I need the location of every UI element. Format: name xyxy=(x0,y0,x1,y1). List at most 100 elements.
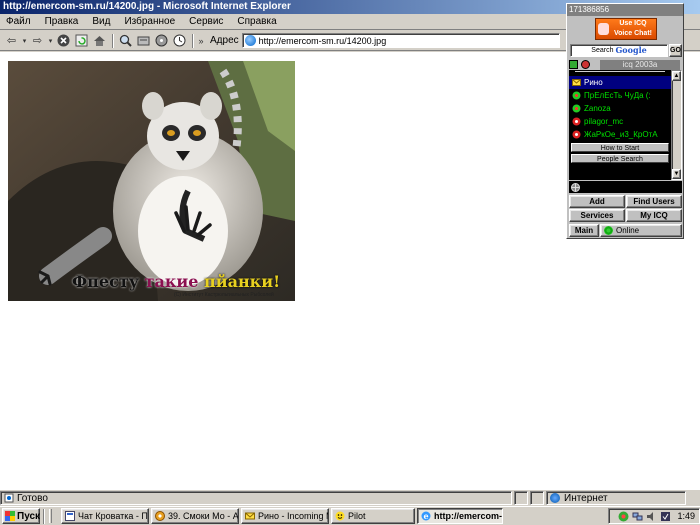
contact-name: Zanoza xyxy=(584,104,611,113)
flower-icon xyxy=(572,91,581,100)
contact-name: pilagor_mc xyxy=(584,117,624,126)
task-button-winamp[interactable]: 39. Смоки Мо - Ан... xyxy=(151,508,239,524)
icq-contact-list: Рино ПрЕлЕсТь ЧуДа (: Zanoza pilagor_mc … xyxy=(569,70,671,180)
lemur-illustration xyxy=(8,61,295,301)
search-icon[interactable] xyxy=(117,33,134,49)
menu-favorites[interactable]: Избранное xyxy=(124,16,175,27)
menu-view[interactable]: Вид xyxy=(92,16,110,27)
services-button[interactable]: Services xyxy=(569,209,625,222)
contact-item-zharkoe[interactable]: ЖаРкОе_и3_КрОтА xyxy=(569,128,671,141)
contact-item-rino[interactable]: Рино xyxy=(569,76,671,89)
my-icq-button[interactable]: My ICQ xyxy=(626,209,682,222)
zone-cell: Интернет xyxy=(546,491,686,505)
group-settings-icon[interactable] xyxy=(581,60,590,69)
offline-flower-icon xyxy=(572,130,581,139)
ad-text: Use ICQ Voice Chat! xyxy=(614,20,652,37)
svg-text:e: e xyxy=(423,511,428,521)
volume-tray-icon[interactable] xyxy=(646,511,657,522)
google-logo: Google xyxy=(615,45,647,55)
icq-google-search: Search Google GO xyxy=(570,43,682,57)
group-label: icq 2003a xyxy=(600,59,680,70)
menu-edit[interactable]: Правка xyxy=(45,16,79,27)
pilot-icon xyxy=(335,511,345,521)
group-toggle-icon[interactable] xyxy=(569,60,578,69)
menu-file[interactable]: Файл xyxy=(6,16,31,27)
find-users-button[interactable]: Find Users xyxy=(626,195,682,208)
antivirus-tray-icon[interactable] xyxy=(660,511,671,522)
icq-window: 171386856 Use ICQ Voice Chat! Search Goo… xyxy=(566,3,684,239)
people-search-button[interactable]: People Search xyxy=(571,154,669,163)
refresh-icon[interactable] xyxy=(73,33,90,49)
address-input[interactable]: http://emercom-sm.ru/14200.jpg xyxy=(241,33,560,48)
back-dropdown-icon[interactable]: ▾ xyxy=(21,33,28,49)
contact-item-prelest[interactable]: ПрЕлЕсТь ЧуДа (: xyxy=(569,89,671,102)
flower-icon xyxy=(572,104,581,113)
how-to-start-button[interactable]: How to Start xyxy=(571,143,669,152)
status-bar: Готово Интернет xyxy=(0,490,700,506)
page-done-icon xyxy=(4,493,14,503)
forward-icon[interactable]: ⇨ xyxy=(29,33,46,49)
stop-icon[interactable] xyxy=(55,33,72,49)
history-icon[interactable] xyxy=(171,33,188,49)
task-button-icq-message[interactable]: Рино - Incoming M... xyxy=(241,508,329,524)
status-text: Готово xyxy=(17,492,48,504)
status-label: Online xyxy=(616,226,640,235)
contact-name: Рино xyxy=(584,78,603,87)
search-label: Search xyxy=(591,46,614,54)
ad-face-icon xyxy=(598,23,609,35)
google-search-input[interactable]: Search Google xyxy=(570,43,668,57)
task-button-pilot[interactable]: Pilot xyxy=(331,508,415,524)
icq-voice-chat-ad[interactable]: Use ICQ Voice Chat! xyxy=(595,18,657,40)
quicklaunch-grip-icon xyxy=(49,509,52,523)
contact-item-zanoza[interactable]: Zanoza xyxy=(569,102,671,115)
quicklaunch-area xyxy=(49,508,59,524)
forward-dropdown-icon[interactable]: ▾ xyxy=(47,33,54,49)
icq-status-strip xyxy=(569,181,682,193)
system-tray: 1:49 xyxy=(608,508,700,524)
main-button[interactable]: Main xyxy=(569,224,599,237)
back-icon[interactable]: ⇦ xyxy=(3,33,20,49)
contact-item-pilagor[interactable]: pilagor_mc xyxy=(569,115,671,128)
globe-icon xyxy=(550,493,560,503)
task-button-ie-active[interactable]: e http://emercom-... xyxy=(417,508,503,524)
icq-group-header[interactable]: icq 2003a xyxy=(569,59,683,70)
menu-help[interactable]: Справка xyxy=(237,16,276,27)
home-icon[interactable] xyxy=(91,33,108,49)
icq-title-bar[interactable]: 171386856 xyxy=(567,4,683,16)
status-cell xyxy=(514,491,528,505)
contact-name: ЖаРкОе_и3_КрОтА xyxy=(584,130,658,139)
scroll-up-icon[interactable]: ▲ xyxy=(672,71,681,81)
photo-copyright: (С) Институт Кастрюльгиальных Рыбсолей xyxy=(174,292,274,298)
task-label: Чат Кроватка - По... xyxy=(78,511,148,521)
ie-page-icon xyxy=(65,511,75,521)
media-icon[interactable] xyxy=(153,33,170,49)
toolbar-chevron-icon[interactable]: » xyxy=(197,33,205,49)
favorites-icon[interactable] xyxy=(135,33,152,49)
caption-word-1: Фпесту xyxy=(72,272,139,291)
message-icon xyxy=(572,79,581,86)
toolbar-separator xyxy=(112,33,114,48)
lemur-photo: Фпесту такие пйанки! (С) Институт Кастрю… xyxy=(8,61,295,301)
zone-text: Интернет xyxy=(564,492,608,504)
icq-menu-flower-icon[interactable] xyxy=(571,182,580,192)
search-go-button[interactable]: GO xyxy=(669,43,682,57)
task-label: Pilot xyxy=(348,511,366,521)
icq-uin: 171386856 xyxy=(569,5,610,14)
contact-list-scrollbar[interactable]: ▲ ▼ xyxy=(671,70,682,180)
caption-word-3: пйанки! xyxy=(204,272,281,291)
scroll-down-icon[interactable]: ▼ xyxy=(672,169,681,179)
network-tray-icon[interactable] xyxy=(632,511,643,522)
ie-icon: e xyxy=(421,511,431,521)
task-button-chat[interactable]: Чат Кроватка - По... xyxy=(61,508,149,524)
address-label: Адрес xyxy=(210,35,239,46)
start-button[interactable]: Пуск xyxy=(2,508,40,524)
status-text-cell: Готово xyxy=(0,491,512,505)
status-button[interactable]: Online xyxy=(600,224,682,237)
add-button[interactable]: Add xyxy=(569,195,625,208)
clock[interactable]: 1:49 xyxy=(677,511,695,521)
page-icon xyxy=(244,35,256,46)
task-label: 39. Смоки Мо - Ан... xyxy=(168,511,239,521)
menu-tools[interactable]: Сервис xyxy=(189,16,223,27)
icq-flower-tray-icon[interactable] xyxy=(618,511,629,522)
winamp-icon xyxy=(155,511,165,521)
